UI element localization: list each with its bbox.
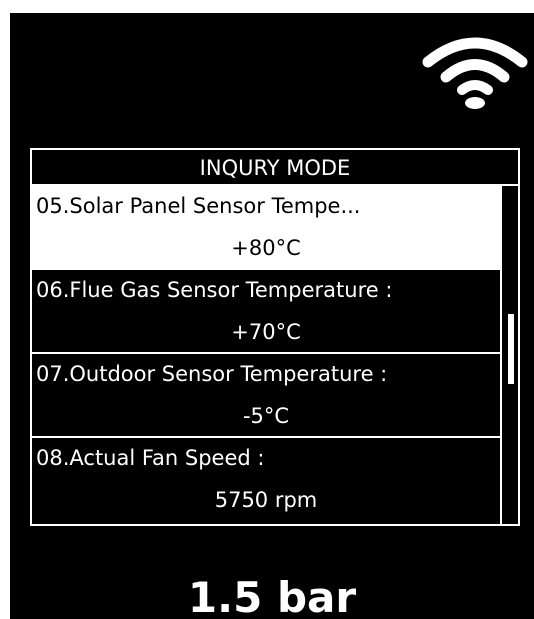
list-item-solar-panel-temp[interactable]: 05.Solar Panel Sensor Tempe... +80°C <box>32 186 500 270</box>
panel-title: INQURY MODE <box>32 150 518 186</box>
inquiry-panel: INQURY MODE 05.Solar Panel Sensor Tempe.… <box>30 148 520 526</box>
wifi-icon <box>422 37 528 109</box>
item-value: +80°C <box>231 236 301 260</box>
item-label: 05.Solar Panel Sensor Tempe... <box>36 194 361 218</box>
item-value: 5750 rpm <box>214 488 318 512</box>
scrollbar-thumb[interactable] <box>508 314 514 384</box>
scrollbar-track[interactable] <box>500 186 518 524</box>
device-screen: INQURY MODE 05.Solar Panel Sensor Tempe.… <box>10 13 534 619</box>
list-item-outdoor-temp[interactable]: 07.Outdoor Sensor Temperature : -5°C <box>32 354 500 438</box>
pressure-readout: 1.5 bar <box>187 573 357 619</box>
item-value: -5°C <box>242 404 290 428</box>
list-item-flue-gas-temp[interactable]: 06.Flue Gas Sensor Temperature : +70°C <box>32 270 500 354</box>
item-label: 08.Actual Fan Speed : <box>36 446 265 470</box>
inquiry-list: 05.Solar Panel Sensor Tempe... +80°C 06.… <box>32 186 500 524</box>
item-label: 07.Outdoor Sensor Temperature : <box>36 362 388 386</box>
list-item-fan-speed[interactable]: 08.Actual Fan Speed : 5750 rpm <box>32 438 500 522</box>
item-value: +70°C <box>231 320 301 344</box>
item-label: 06.Flue Gas Sensor Temperature : <box>36 278 393 302</box>
